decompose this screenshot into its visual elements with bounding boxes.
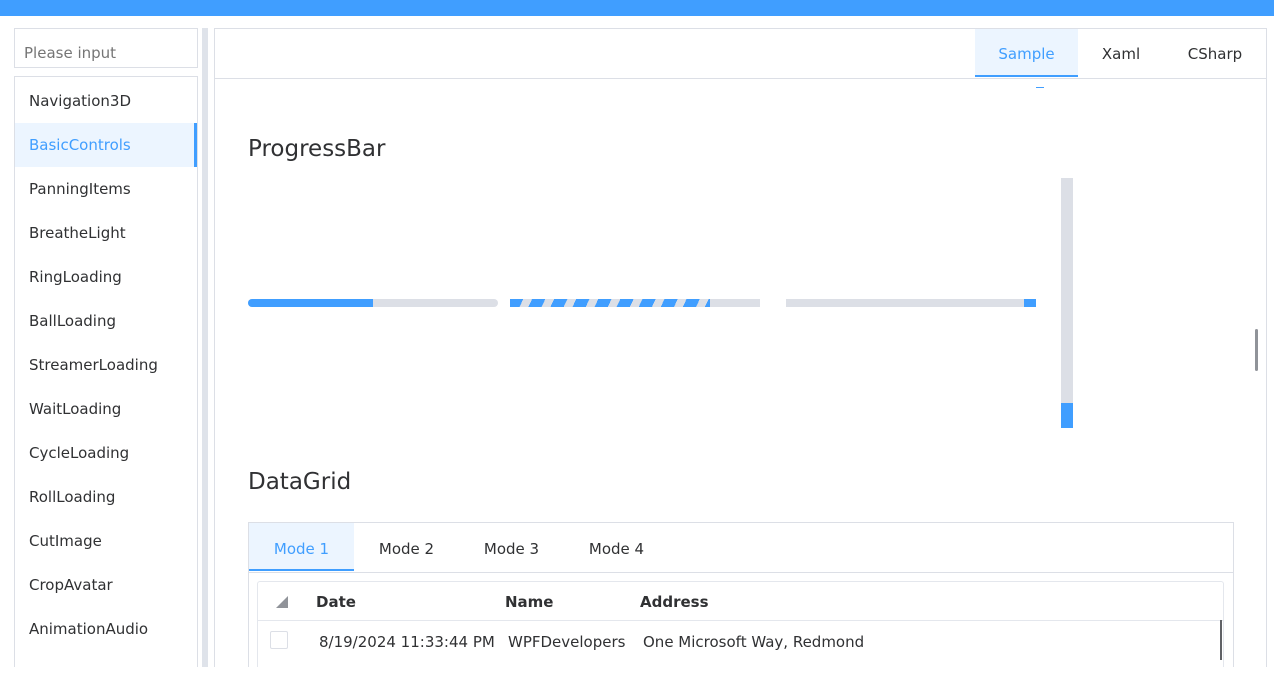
- cell-address: One Microsoft Way, Redmond: [643, 633, 865, 651]
- column-header-name[interactable]: Name: [505, 582, 553, 622]
- sidebar-item-waitloading[interactable]: WaitLoading: [15, 387, 197, 431]
- progressbar-section-title: ProgressBar: [248, 136, 386, 162]
- data-table: Date Name Address 8/19/2024 11:33:44 PM …: [257, 581, 1224, 667]
- tab-mode-2[interactable]: Mode 2: [354, 523, 459, 571]
- select-all-triangle-icon[interactable]: [276, 596, 288, 608]
- sidebar-item-ringloading[interactable]: RingLoading: [15, 255, 197, 299]
- datagrid-section-title: DataGrid: [248, 469, 352, 495]
- tab-indicator-mark: [1036, 87, 1044, 88]
- sidebar-item-cycleloading[interactable]: CycleLoading: [15, 431, 197, 475]
- tab-xaml[interactable]: Xaml: [1078, 29, 1164, 77]
- sidebar-item-cropavatar[interactable]: CropAvatar: [15, 563, 197, 607]
- progress-bar-fill: [1023, 299, 1036, 307]
- window-titlebar[interactable]: [0, 0, 1274, 16]
- sidebar-nav: Navigation3D BasicControls PanningItems …: [14, 76, 198, 667]
- progress-bar-indeterminate: [786, 299, 1036, 307]
- datagrid-container: Mode 1 Mode 2 Mode 3 Mode 4 Date Name Ad…: [248, 522, 1234, 667]
- main-tabbar: Sample Xaml CSharp: [215, 29, 1266, 79]
- sidebar-item-navigation3d[interactable]: Navigation3D: [15, 79, 197, 123]
- column-header-address[interactable]: Address: [640, 582, 709, 622]
- sidebar-item-ballloading[interactable]: BallLoading: [15, 299, 197, 343]
- tab-csharp[interactable]: CSharp: [1164, 29, 1266, 77]
- row-checkbox[interactable]: [270, 631, 288, 649]
- progress-bar-striped: [510, 299, 760, 307]
- sidebar-item-cutimage[interactable]: CutImage: [15, 519, 197, 563]
- datagrid-mode-tabs: Mode 1 Mode 2 Mode 3 Mode 4: [249, 523, 1233, 573]
- panel-splitter[interactable]: [202, 28, 208, 667]
- cell-date: 8/19/2024 11:33:44 PM: [319, 633, 495, 651]
- cell-name: WPFDevelopers: [508, 633, 626, 651]
- table-header: Date Name Address: [258, 582, 1223, 621]
- progress-bar-stripes: [510, 299, 710, 307]
- sidebar-item-panningitems[interactable]: PanningItems: [15, 167, 197, 211]
- sidebar-item-animationaudio[interactable]: AnimationAudio: [15, 607, 197, 651]
- sidebar-item-rollloading[interactable]: RollLoading: [15, 475, 197, 519]
- tab-mode-4[interactable]: Mode 4: [564, 523, 669, 571]
- table-scrollbar[interactable]: [1220, 620, 1222, 660]
- main-panel: Sample Xaml CSharp ProgressBar DataGrid …: [214, 28, 1267, 667]
- progress-bar-vertical-fill: [1061, 403, 1073, 428]
- tab-mode-3[interactable]: Mode 3: [459, 523, 564, 571]
- progress-bar-vertical: [1061, 178, 1073, 428]
- table-row[interactable]: 8/19/2024 11:33:44 PM WPFDevelopers One …: [258, 621, 1223, 661]
- main-scrollbar-thumb[interactable]: [1255, 329, 1258, 371]
- search-input[interactable]: [14, 28, 198, 68]
- tab-mode-1[interactable]: Mode 1: [249, 523, 354, 571]
- column-header-date[interactable]: Date: [316, 582, 356, 622]
- progress-bar-horizontal: [248, 299, 498, 307]
- sidebar-item-breathelight[interactable]: BreatheLight: [15, 211, 197, 255]
- tab-sample[interactable]: Sample: [975, 29, 1078, 77]
- sidebar-item-basiccontrols[interactable]: BasicControls: [15, 123, 197, 167]
- sidebar-item-streamerloading[interactable]: StreamerLoading: [15, 343, 197, 387]
- progress-bar-fill: [248, 299, 373, 307]
